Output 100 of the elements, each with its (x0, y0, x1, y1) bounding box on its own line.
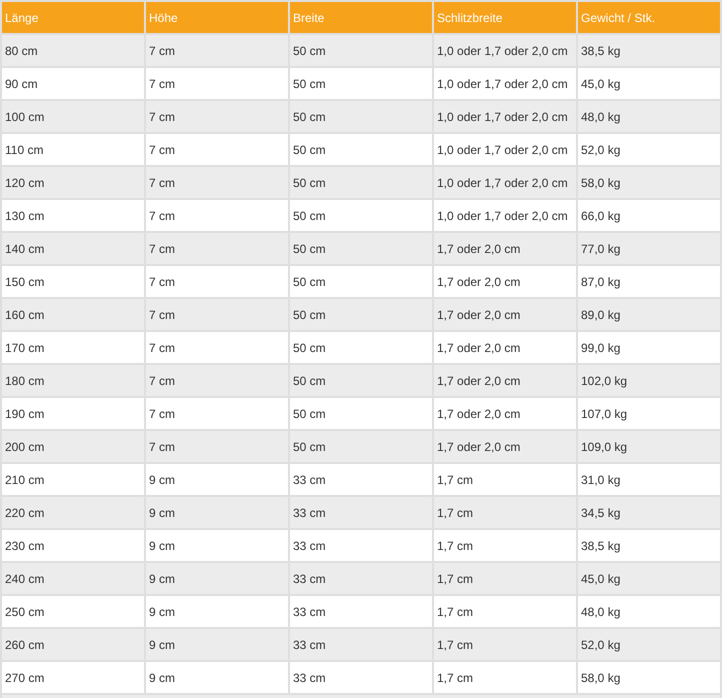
table-cell: 50 cm (290, 200, 432, 231)
table-cell: 48,0 kg (578, 101, 720, 132)
table-cell: 58,0 kg (578, 662, 720, 693)
table-cell: 120 cm (2, 167, 144, 198)
table-cell: 9 cm (146, 596, 288, 627)
table-cell: 33 cm (290, 662, 432, 693)
table-cell: 1,0 oder 1,7 oder 2,0 cm (434, 167, 576, 198)
table-cell: 89,0 kg (578, 299, 720, 330)
table-cell: 77,0 kg (578, 233, 720, 264)
table-cell: 80 cm (2, 35, 144, 66)
table-cell: 190 cm (2, 398, 144, 429)
table-cell: 50 cm (290, 167, 432, 198)
table-cell: 34,5 kg (578, 497, 720, 528)
table-cell: 1,7 oder 2,0 cm (434, 431, 576, 462)
column-header: Gewicht / Stk. (578, 2, 720, 33)
table-cell: 9 cm (146, 563, 288, 594)
table-cell: 1,7 oder 2,0 cm (434, 266, 576, 297)
table-cell: 9 cm (146, 464, 288, 495)
table-cell: 33 cm (290, 629, 432, 660)
table-cell: 200 cm (2, 431, 144, 462)
table-cell: 33 cm (290, 596, 432, 627)
table-cell: 50 cm (290, 101, 432, 132)
table-cell: 102,0 kg (578, 365, 720, 396)
table-cell: 270 cm (2, 662, 144, 693)
table-cell: 45,0 kg (578, 563, 720, 594)
table-cell: 7 cm (146, 365, 288, 396)
table-cell: 52,0 kg (578, 629, 720, 660)
table-cell: 50 cm (290, 134, 432, 165)
table-cell: 7 cm (146, 200, 288, 231)
table-cell: 1,0 oder 1,7 oder 2,0 cm (434, 68, 576, 99)
table-cell: 38,5 kg (578, 530, 720, 561)
table-cell: 260 cm (2, 629, 144, 660)
table-cell: 107,0 kg (578, 398, 720, 429)
table-cell: 9 cm (146, 629, 288, 660)
table-cell: 50 cm (290, 266, 432, 297)
column-header: Schlitzbreite (434, 2, 576, 33)
table-cell: 1,0 oder 1,7 oder 2,0 cm (434, 200, 576, 231)
table-cell: 58,0 kg (578, 167, 720, 198)
table-cell: 1,7 oder 2,0 cm (434, 398, 576, 429)
table-cell: 38,5 kg (578, 35, 720, 66)
table-cell: 110 cm (2, 134, 144, 165)
table-cell: 210 cm (2, 464, 144, 495)
table-cell: 33 cm (290, 464, 432, 495)
table-cell: 1,7 cm (434, 464, 576, 495)
table-cell: 31,0 kg (578, 464, 720, 495)
table-cell: 52,0 kg (578, 134, 720, 165)
table-cell: 50 cm (290, 398, 432, 429)
table-cell: 7 cm (146, 167, 288, 198)
table-cell: 1,0 oder 1,7 oder 2,0 cm (434, 134, 576, 165)
table-cell: 109,0 kg (578, 431, 720, 462)
table-cell: 50 cm (290, 68, 432, 99)
table-cell: 7 cm (146, 35, 288, 66)
table-cell: 50 cm (290, 233, 432, 264)
table-cell: 48,0 kg (578, 596, 720, 627)
table-cell: 50 cm (290, 299, 432, 330)
table-cell: 90 cm (2, 68, 144, 99)
table-cell: 1,0 oder 1,7 oder 2,0 cm (434, 101, 576, 132)
column-header: Höhe (146, 2, 288, 33)
table-cell: 50 cm (290, 332, 432, 363)
table-cell: 1,7 cm (434, 563, 576, 594)
table-cell: 7 cm (146, 68, 288, 99)
table-cell: 160 cm (2, 299, 144, 330)
table-cell: 150 cm (2, 266, 144, 297)
table-cell: 7 cm (146, 299, 288, 330)
table-cell: 1,7 oder 2,0 cm (434, 332, 576, 363)
table-cell: 7 cm (146, 266, 288, 297)
table-cell: 7 cm (146, 332, 288, 363)
table-cell: 9 cm (146, 662, 288, 693)
table-cell: 1,7 cm (434, 530, 576, 561)
table-cell: 240 cm (2, 563, 144, 594)
table-cell: 7 cm (146, 134, 288, 165)
table-cell: 87,0 kg (578, 266, 720, 297)
table-cell: 220 cm (2, 497, 144, 528)
table-cell: 100 cm (2, 101, 144, 132)
table-cell: 9 cm (146, 497, 288, 528)
column-header: Länge (2, 2, 144, 33)
table-cell: 50 cm (290, 431, 432, 462)
table-cell: 33 cm (290, 530, 432, 561)
table-cell: 170 cm (2, 332, 144, 363)
table-cell: 1,7 cm (434, 629, 576, 660)
table-cell: 1,7 oder 2,0 cm (434, 299, 576, 330)
table-cell: 50 cm (290, 35, 432, 66)
table-cell: 1,7 oder 2,0 cm (434, 365, 576, 396)
table-cell: 66,0 kg (578, 200, 720, 231)
table-cell: 45,0 kg (578, 68, 720, 99)
table-cell: 7 cm (146, 101, 288, 132)
table-cell: 1,7 oder 2,0 cm (434, 233, 576, 264)
table-cell: 1,7 cm (434, 596, 576, 627)
table-cell: 1,0 oder 1,7 oder 2,0 cm (434, 35, 576, 66)
table-cell: 7 cm (146, 431, 288, 462)
table-cell: 33 cm (290, 563, 432, 594)
table-cell: 1,7 cm (434, 497, 576, 528)
table-cell: 7 cm (146, 233, 288, 264)
table-cell: 250 cm (2, 596, 144, 627)
column-header: Breite (290, 2, 432, 33)
table-cell: 130 cm (2, 200, 144, 231)
table-cell: 33 cm (290, 497, 432, 528)
table-cell: 180 cm (2, 365, 144, 396)
table-cell: 99,0 kg (578, 332, 720, 363)
table-cell: 9 cm (146, 530, 288, 561)
